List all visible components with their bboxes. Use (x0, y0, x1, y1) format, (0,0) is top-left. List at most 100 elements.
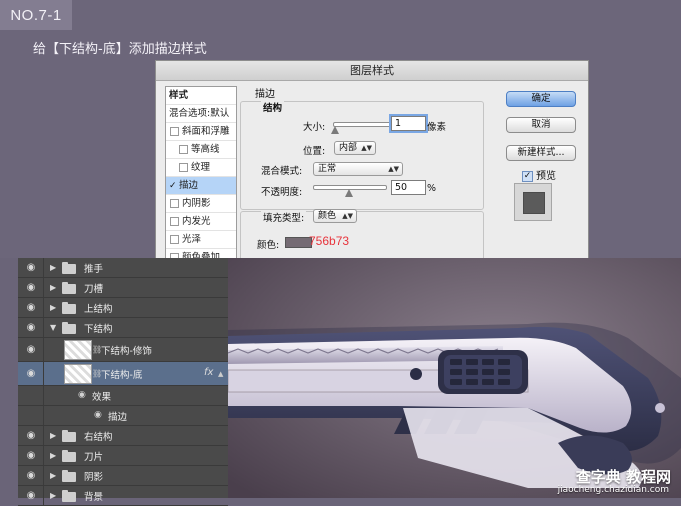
triangle-right-icon[interactable]: ▶ (50, 472, 56, 480)
structure-group: 结构 大小: 1 像素 位置: 内部 ▲▼ 混合模式: 正常 ▲▼ 不透明度: … (240, 100, 484, 210)
style-list-label: 内发光 (182, 216, 211, 227)
canvas-artwork (228, 258, 681, 498)
eye-icon[interactable]: ◉ (26, 345, 36, 355)
opacity-slider-thumb[interactable] (345, 189, 353, 197)
checkbox-icon[interactable] (179, 145, 188, 154)
layer-row[interactable]: ◉ ▶ 刀片 (18, 446, 228, 466)
layers-panel: ◉ ▶ 推手 ◉ ▶ 刀槽 ◉ ▶ 上结构 ◉ ▼ 下结构 ◉ ⛓ 下结构-修饰 ◉ ⛓ 下结构-底 fx ▲ ◉ 效果 ◉… (18, 258, 228, 506)
style-list-label: 纹理 (191, 162, 211, 173)
style-list-item: 样式 (166, 87, 236, 105)
layer-name: 下结构 (84, 324, 113, 335)
eye-icon[interactable]: ◉ (26, 283, 36, 293)
fx-icon[interactable]: fx (204, 367, 213, 378)
triangle-right-icon[interactable]: ▶ (50, 304, 56, 312)
layer-row[interactable]: ◉ ▶ 右结构 (18, 426, 228, 446)
layer-row[interactable]: ◉ ▶ 阴影 (18, 466, 228, 486)
eye-icon[interactable]: ◉ (26, 323, 36, 333)
position-select[interactable]: 内部 ▲▼ (334, 141, 376, 155)
preview-checkbox[interactable]: ✓ 预览 (522, 167, 556, 182)
layer-row[interactable]: ◉ ▶ 上结构 (18, 298, 228, 318)
checkbox-icon[interactable] (170, 217, 179, 226)
layer-name: 下结构-底 (101, 370, 143, 381)
style-list-item[interactable]: 纹理 (166, 159, 236, 177)
checkbox-icon: ✓ (522, 170, 533, 182)
style-list-item[interactable]: 斜面和浮雕 (166, 123, 236, 141)
style-list-item[interactable]: 混合选项:默认 (166, 105, 236, 123)
style-list-item[interactable]: 光泽 (166, 231, 236, 249)
layer-name: 效果 (92, 392, 112, 403)
checkbox-icon[interactable] (170, 235, 179, 244)
layer-name: 上结构 (84, 304, 113, 315)
layer-name: 右结构 (84, 432, 113, 443)
layer-column-divider (43, 362, 44, 385)
blend-mode-select[interactable]: 正常 ▲▼ (313, 162, 403, 176)
opacity-label: 不透明度: (261, 187, 303, 198)
style-list-label: 光泽 (182, 234, 202, 245)
fill-group: 填充类型: 颜色 ▲▼ (240, 209, 484, 259)
triangle-right-icon[interactable]: ▶ (50, 432, 56, 440)
style-list-label: 描边 (179, 180, 199, 191)
triangle-up-icon[interactable]: ▲ (218, 370, 223, 378)
new-style-button[interactable]: 新建样式... (506, 145, 576, 161)
blend-mode-value: 正常 (318, 164, 337, 174)
checkbox-icon[interactable] (179, 163, 188, 172)
triangle-right-icon[interactable]: ▶ (50, 264, 56, 272)
checkbox-icon[interactable] (170, 127, 179, 136)
style-preview (514, 183, 552, 221)
size-input[interactable]: 1 (391, 116, 426, 131)
eye-icon[interactable]: ◉ (26, 451, 36, 461)
layer-row[interactable]: ◉ ⛓ 下结构-修饰 (18, 338, 228, 362)
eye-icon[interactable]: ◉ (26, 431, 36, 441)
layer-name: 下结构-修饰 (101, 346, 152, 357)
layer-row[interactable]: ◉ 描边 (18, 406, 228, 426)
stroke-section-title: 描边 (255, 89, 275, 100)
triangle-down-icon[interactable]: ▼ (50, 324, 56, 332)
eye-icon[interactable]: ◉ (26, 369, 36, 379)
checkbox-icon[interactable] (170, 199, 179, 208)
triangle-right-icon[interactable]: ▶ (50, 284, 56, 292)
layer-name: 刀槽 (84, 284, 104, 295)
eye-icon[interactable]: ◉ (94, 410, 102, 420)
layer-name: 刀片 (84, 452, 104, 463)
cancel-button[interactable]: 取消 (506, 117, 576, 133)
chevron-down-icon: ▲▼ (388, 165, 399, 173)
style-list-item[interactable]: ✓ 描边 (166, 177, 236, 195)
layer-row[interactable]: ◉ ▶ 背景 (18, 486, 228, 506)
style-list-item[interactable]: 等高线 (166, 141, 236, 159)
layer-column-divider (43, 426, 44, 445)
fill-type-select[interactable]: 颜色 ▲▼ (313, 209, 357, 223)
position-value: 内部 (339, 143, 358, 153)
eye-icon[interactable]: ◉ (26, 303, 36, 313)
layer-row[interactable]: ◉ ▶ 刀槽 (18, 278, 228, 298)
fill-type-value: 颜色 (318, 211, 337, 221)
layer-row[interactable]: ◉ ▶ 推手 (18, 258, 228, 278)
eye-icon[interactable]: ◉ (78, 390, 86, 400)
layer-column-divider (43, 386, 44, 405)
eye-icon[interactable]: ◉ (26, 471, 36, 481)
layer-name: 背景 (84, 492, 104, 503)
position-label: 位置: (303, 146, 326, 157)
triangle-right-icon[interactable]: ▶ (50, 492, 56, 500)
style-list-label: 斜面和浮雕 (182, 126, 230, 137)
folder-icon (62, 430, 76, 442)
checkmark-icon[interactable]: ✓ (169, 178, 178, 195)
ok-button[interactable]: 确定 (506, 91, 576, 107)
layer-row[interactable]: ◉ 效果 (18, 386, 228, 406)
style-list-label: 内阴影 (182, 198, 211, 209)
style-list-item[interactable]: 内阴影 (166, 195, 236, 213)
layer-row[interactable]: ◉ ⛓ 下结构-底 fx ▲ (18, 362, 228, 386)
color-swatch[interactable] (285, 237, 312, 248)
instruction-text: 给【下结构-底】添加描边样式 (33, 42, 207, 57)
eye-icon[interactable]: ◉ (26, 263, 36, 273)
size-unit: 像素 (427, 122, 447, 133)
style-list-label: 样式 (169, 90, 189, 101)
layer-row[interactable]: ◉ ▼ 下结构 (18, 318, 228, 338)
layer-name: 推手 (84, 264, 104, 275)
folder-icon (62, 470, 76, 482)
opacity-input[interactable]: 50 (391, 180, 426, 195)
dialog-title: 图层样式 (156, 61, 588, 81)
triangle-right-icon[interactable]: ▶ (50, 452, 56, 460)
eye-icon[interactable]: ◉ (26, 491, 36, 501)
style-list-item[interactable]: 内发光 (166, 213, 236, 231)
size-slider-thumb[interactable] (330, 126, 339, 134)
